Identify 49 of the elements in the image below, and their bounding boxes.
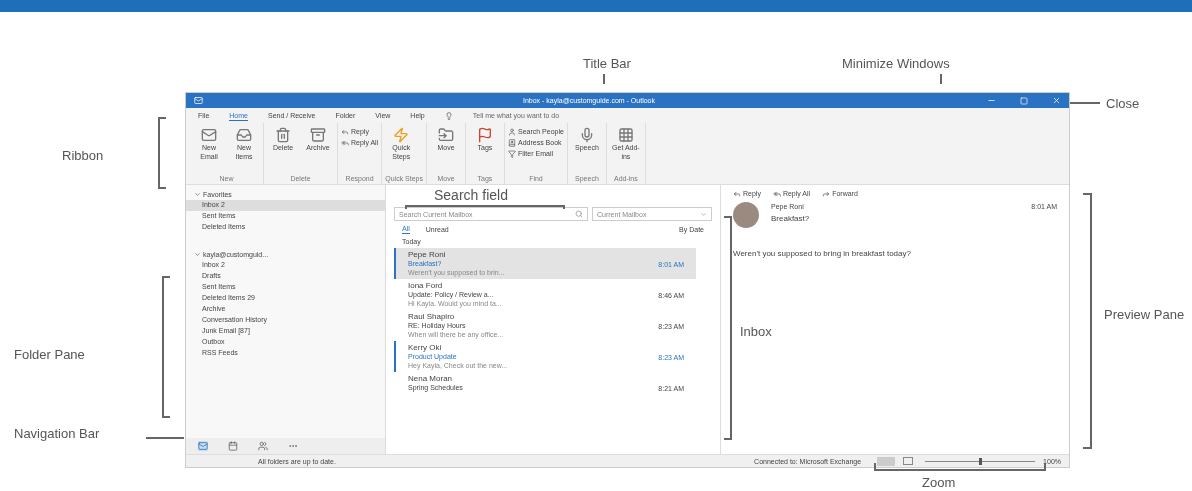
annotation-label: Minimize Windows [842, 55, 950, 73]
lightning-icon [393, 127, 410, 143]
annotation-label: Folder Pane [14, 346, 85, 364]
annotation-label: Zoom [922, 476, 956, 490]
chevron-icon [700, 210, 707, 218]
leader-line [146, 437, 184, 439]
chevron-icon[interactable] [194, 251, 201, 258]
message-body: Weren't you supposed to bring in breakfast today? [733, 248, 912, 259]
message-sender: Iona Ford [408, 281, 444, 290]
reply-arrow-icon [341, 127, 349, 136]
envelope-icon[interactable] [198, 441, 208, 451]
annotation-label: Close [1106, 95, 1140, 113]
grid-icon [617, 127, 634, 143]
lightbulb-icon [444, 111, 453, 120]
archive-box-icon [310, 127, 326, 143]
maximize-icon[interactable] [1020, 96, 1028, 105]
reply-all-arrow-icon [772, 189, 781, 198]
filter-icon [508, 149, 516, 158]
annotation-label: Navigation Bar [14, 426, 101, 441]
person-icon [508, 127, 516, 136]
inbox-tray-icon [236, 127, 252, 143]
message-sender: Pepe Roni [408, 250, 447, 259]
leader-line [940, 74, 942, 84]
reading-subject: Breakfast? [771, 214, 811, 223]
message-sender: Kerry Oki [408, 343, 443, 352]
leader-line [1070, 102, 1100, 104]
leader-line [603, 74, 605, 84]
folder-arrow-icon [438, 127, 454, 143]
annotation-label: Preview Pane [1104, 306, 1184, 323]
annotation-label: Ribbon [62, 147, 104, 165]
close-icon[interactable] [1052, 96, 1061, 105]
message-sender: Nena Moran [408, 374, 454, 383]
envelope-icon [201, 127, 217, 143]
calendar-icon[interactable] [228, 441, 238, 451]
search-icon[interactable] [575, 210, 583, 218]
flag-icon [477, 127, 493, 143]
avatar-placeholder [733, 202, 759, 228]
bracket-line [158, 117, 166, 189]
reply-all-arrow-icon [341, 138, 349, 147]
people-icon[interactable] [258, 441, 268, 451]
annotation-label: Search field [434, 187, 508, 203]
message-sender: Raul Shapiro [408, 312, 456, 321]
reply-arrow-icon [733, 189, 741, 198]
forward-arrow-icon [822, 189, 831, 198]
annotation-label: Title Bar [583, 55, 631, 73]
chevron-icon[interactable] [194, 191, 201, 198]
address-book-icon [508, 138, 516, 147]
view-reading-icon[interactable] [903, 457, 914, 465]
trash-icon [275, 127, 291, 143]
